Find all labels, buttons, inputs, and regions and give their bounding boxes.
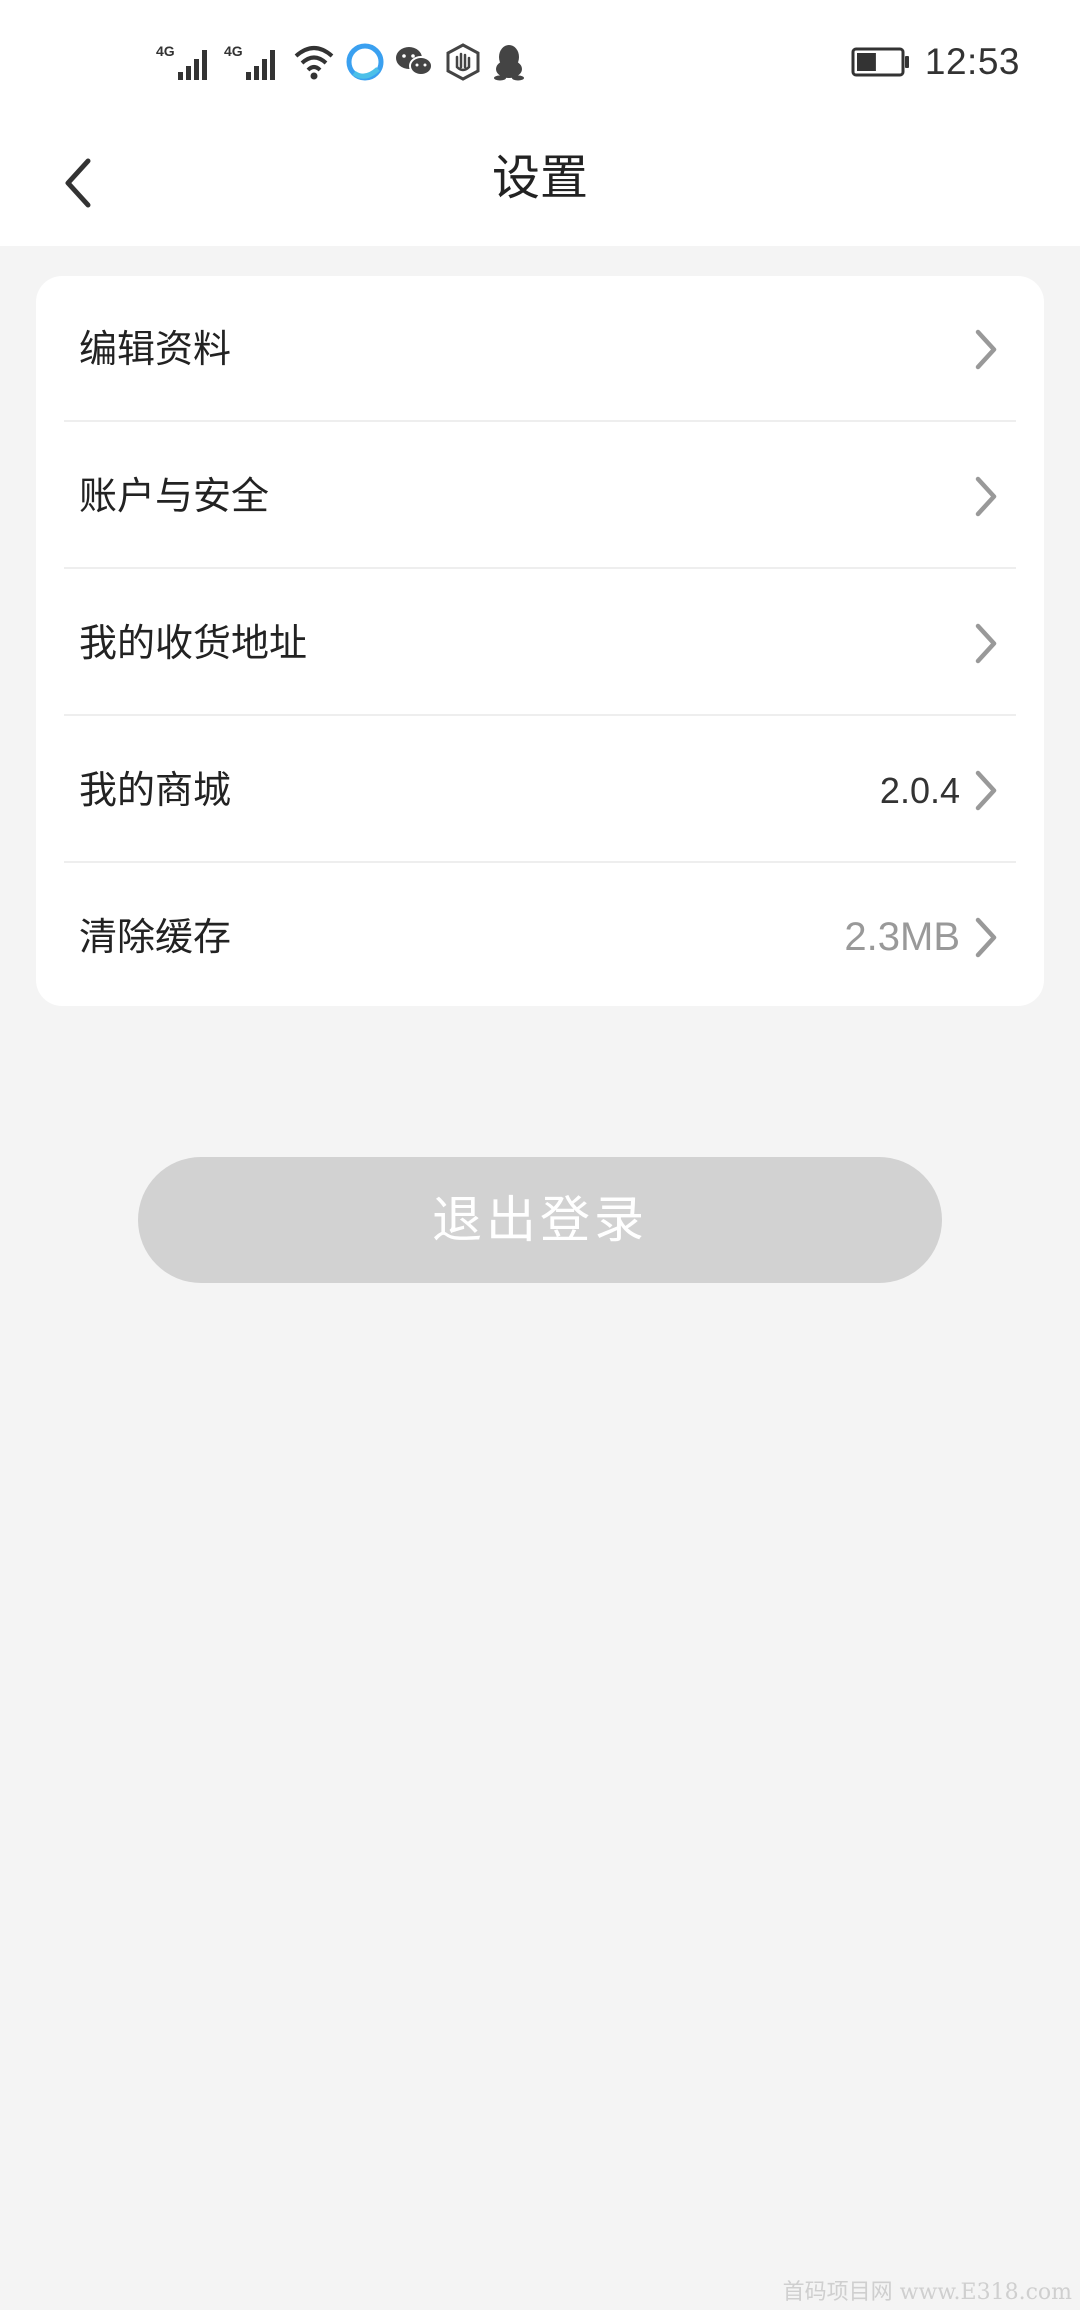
signal-bars-icon: 4G — [224, 43, 275, 80]
status-icons-right: 12:53 — [851, 36, 1020, 88]
chevron-left-icon — [65, 158, 91, 208]
status-time: 12:53 — [924, 41, 1020, 82]
settings-item-label: 我的收货地址 — [79, 621, 308, 665]
status-bar: 4G 4G 12:53 — [0, 0, 1080, 120]
app-version-value: 2.0.4 — [879, 770, 960, 811]
chevron-right-icon — [975, 476, 997, 517]
settings-item-account-security[interactable]: 账户与安全 — [36, 423, 1044, 570]
chevron-right-icon — [975, 917, 997, 958]
settings-item-clear-cache[interactable]: 清除缓存 2.3MB — [36, 864, 1044, 1006]
logout-button[interactable]: 退出登录 — [138, 1157, 942, 1283]
settings-item-edit-profile[interactable]: 编辑资料 — [36, 276, 1044, 423]
signal-type-label: 4G — [156, 43, 175, 59]
divider — [64, 714, 1016, 716]
watermark: 首码项目网 www.E318.com — [782, 2280, 1072, 2305]
wechat-icon — [396, 47, 433, 76]
qq-penguin-icon — [494, 45, 524, 81]
settings-item-label: 清除缓存 — [79, 915, 232, 959]
divider — [64, 861, 1016, 863]
battery-level-fill — [856, 53, 876, 71]
settings-item-my-mall[interactable]: 我的商城 2.0.4 — [36, 717, 1044, 864]
settings-item-shipping-address[interactable]: 我的收货地址 — [36, 570, 1044, 717]
back-button[interactable] — [40, 145, 116, 221]
divider — [64, 567, 1016, 569]
cache-size-value: 2.3MB — [844, 915, 960, 959]
nav-bar: 设置 — [0, 120, 1080, 246]
divider — [64, 420, 1016, 422]
chevron-right-icon — [975, 623, 997, 664]
settings-item-label: 账户与安全 — [79, 474, 270, 518]
browser-app-icon — [346, 43, 384, 81]
status-icons-left: 4G 4G — [156, 36, 526, 88]
battery-icon — [851, 47, 909, 77]
chevron-right-icon — [975, 329, 997, 370]
security-hand-icon — [446, 43, 480, 81]
wifi-icon — [294, 46, 334, 80]
signal-bars-icon: 4G — [156, 43, 207, 80]
settings-list: 编辑资料 账户与安全 我的收货地址 我的商城 2.0.4 清除缓存 2.3MB — [36, 276, 1044, 1006]
chevron-right-icon — [975, 770, 997, 811]
settings-item-label: 编辑资料 — [79, 327, 232, 371]
page-title: 设置 — [491, 150, 588, 206]
settings-item-label: 我的商城 — [79, 768, 232, 812]
signal-type-label: 4G — [224, 43, 243, 59]
